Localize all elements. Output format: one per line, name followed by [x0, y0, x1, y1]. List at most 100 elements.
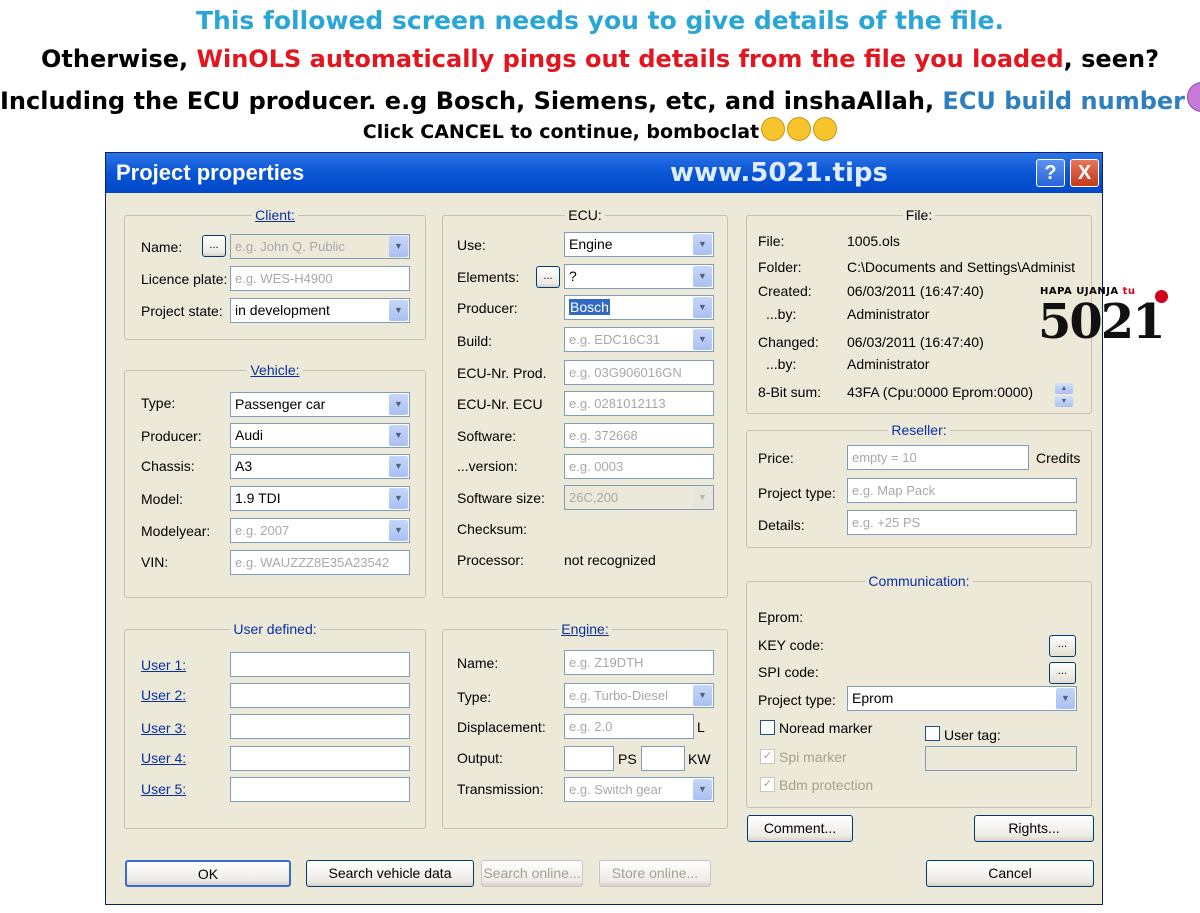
bit-sum-spinner[interactable]: ▲ ▼ [1055, 383, 1073, 407]
vehicle-producer-label: Producer: [141, 428, 202, 444]
spi-marker-label: Spi marker [779, 749, 847, 765]
user-3-input[interactable] [230, 714, 410, 739]
software-version-input[interactable]: e.g. 0003 [564, 454, 714, 479]
reseller-project-type-label: Project type: [758, 485, 836, 501]
details-input[interactable]: e.g. +25 PS [847, 510, 1077, 535]
user-4-link[interactable]: User 4: [141, 750, 186, 766]
chevron-down-icon[interactable]: ▼ [389, 488, 408, 509]
chevron-down-icon[interactable]: ▼ [389, 425, 408, 446]
chevron-down-icon[interactable]: ▼ [693, 266, 712, 287]
output-kw-input[interactable] [641, 746, 685, 771]
model-label: Model: [141, 491, 184, 507]
client-group-title[interactable]: Client: [125, 207, 425, 223]
user-defined-group-title: User defined: [125, 621, 425, 637]
ecu-build-combo[interactable]: e.g. EDC16C31 ▼ [564, 327, 714, 352]
chevron-down-icon[interactable]: ▼ [693, 685, 712, 706]
title-bar[interactable]: Project properties www.5021.tips ? X [106, 153, 1102, 193]
comm-project-type-combo[interactable]: Eprom ▼ [847, 686, 1077, 711]
noread-marker-checkbox[interactable] [760, 720, 775, 735]
created-by-value: Administrator [847, 306, 930, 322]
software-input[interactable]: e.g. 372668 [564, 423, 714, 448]
price-label: Price: [758, 450, 794, 466]
vehicle-group-title[interactable]: Vehicle: [125, 362, 425, 378]
kw-unit: KW [688, 751, 711, 767]
user-5-link[interactable]: User 5: [141, 781, 186, 797]
price-input[interactable]: empty = 10 [847, 445, 1029, 470]
ecu-use-combo[interactable]: Engine ▼ [564, 232, 714, 257]
user-2-input[interactable] [230, 683, 410, 708]
user-tag-label: User tag: [944, 727, 1001, 743]
folder-value: C:\Documents and Settings\Administ [847, 259, 1075, 275]
logo-dot-icon [1155, 290, 1168, 303]
shrug-emoji-icon [1187, 82, 1200, 112]
ecu-elements-button[interactable]: ... [536, 266, 560, 288]
chevron-down-icon[interactable]: ▼ [389, 300, 408, 321]
watermark-url: www.5021.tips [670, 158, 888, 188]
key-code-button[interactable]: ... [1049, 635, 1076, 657]
processor-value: not recognized [564, 552, 656, 568]
vehicle-producer-combo[interactable]: Audi ▼ [230, 423, 410, 448]
noread-marker-label: Noread marker [779, 720, 873, 736]
engine-name-input[interactable]: e.g. Z19DTH [564, 650, 714, 675]
comment-button[interactable]: Comment... [747, 815, 853, 842]
cancel-button[interactable]: Cancel [926, 860, 1094, 887]
caption-line-1: This followed screen needs you to give d… [196, 6, 1004, 35]
user-2-link[interactable]: User 2: [141, 687, 186, 703]
help-button[interactable]: ? [1036, 159, 1065, 187]
5021-logo: HAPA UJANJA tu 5021 [1038, 286, 1168, 350]
chevron-down-icon[interactable]: ▼ [389, 520, 408, 541]
chevron-down-icon[interactable]: ▼ [693, 297, 712, 318]
spin-down-icon[interactable]: ▼ [1055, 396, 1073, 407]
spi-code-button[interactable]: ... [1049, 662, 1076, 684]
chevron-down-icon[interactable]: ▼ [389, 394, 408, 415]
rights-button[interactable]: Rights... [974, 815, 1094, 842]
ps-unit: PS [618, 751, 637, 767]
client-browse-button[interactable]: ... [202, 235, 226, 257]
vehicle-type-combo[interactable]: Passenger car ▼ [230, 392, 410, 417]
reseller-project-type-input[interactable]: e.g. Map Pack [847, 478, 1077, 503]
client-name-combo[interactable]: e.g. John Q. Public ▼ [230, 234, 410, 259]
chevron-down-icon[interactable]: ▼ [389, 236, 408, 257]
user-4-input[interactable] [230, 746, 410, 771]
ecu-elements-combo[interactable]: ? ▼ [564, 264, 714, 289]
bit-sum-value: 43FA (Cpu:0000 Eprom:0000) [847, 384, 1034, 400]
search-vehicle-data-button[interactable]: Search vehicle data [306, 860, 474, 887]
chevron-down-icon[interactable]: ▼ [693, 234, 712, 255]
user-1-input[interactable] [230, 652, 410, 677]
user-1-link[interactable]: User 1: [141, 657, 186, 673]
chevron-down-icon[interactable]: ▼ [693, 329, 712, 350]
bdm-protection-label: Bdm protection [779, 777, 874, 793]
changed-by-value: Administrator [847, 356, 930, 372]
output-ps-input[interactable] [564, 746, 614, 771]
user-tag-checkbox[interactable] [925, 726, 940, 741]
processor-label: Processor: [457, 552, 524, 568]
ecu-nr-prod-input[interactable]: e.g. 03G906016GN [564, 360, 714, 385]
user-5-input[interactable] [230, 777, 410, 802]
ecu-producer-combo[interactable]: Bosch ▼ [564, 295, 714, 320]
close-button[interactable]: X [1070, 159, 1099, 187]
user-tag-input[interactable] [925, 746, 1077, 771]
chassis-combo[interactable]: A3 ▼ [230, 454, 410, 479]
chevron-down-icon[interactable]: ▼ [389, 456, 408, 477]
user-3-link[interactable]: User 3: [141, 720, 186, 736]
licence-plate-input[interactable]: e.g. WES-H4900 [230, 266, 410, 291]
chevron-down-icon[interactable]: ▼ [1056, 688, 1075, 709]
ok-button[interactable]: OK [125, 860, 291, 887]
model-combo[interactable]: 1.9 TDI ▼ [230, 486, 410, 511]
project-state-combo[interactable]: in development ▼ [230, 298, 410, 323]
engine-type-combo[interactable]: e.g. Turbo-Diesel ▼ [564, 683, 714, 708]
displacement-input[interactable]: e.g. 2.0 [564, 714, 694, 739]
credits-label: Credits [1036, 450, 1081, 466]
engine-group-title[interactable]: Engine: [443, 621, 727, 637]
spi-marker-checkbox: ✓ [760, 749, 775, 764]
spin-up-icon[interactable]: ▲ [1055, 383, 1073, 394]
modelyear-combo[interactable]: e.g. 2007 ▼ [230, 518, 410, 543]
file-label: File: [758, 233, 785, 249]
project-state-label: Project state: [141, 303, 223, 319]
file-value: 1005.ols [847, 233, 900, 249]
ecu-nr-ecu-input[interactable]: e.g. 0281012113 [564, 391, 714, 416]
chevron-down-icon[interactable]: ▼ [693, 779, 712, 800]
project-properties-dialog: Project properties www.5021.tips ? X Cli… [105, 152, 1103, 905]
vin-input[interactable]: e.g. WAUZZZ8E35A23542 [230, 550, 410, 575]
transmission-combo[interactable]: e.g. Switch gear ▼ [564, 777, 714, 802]
